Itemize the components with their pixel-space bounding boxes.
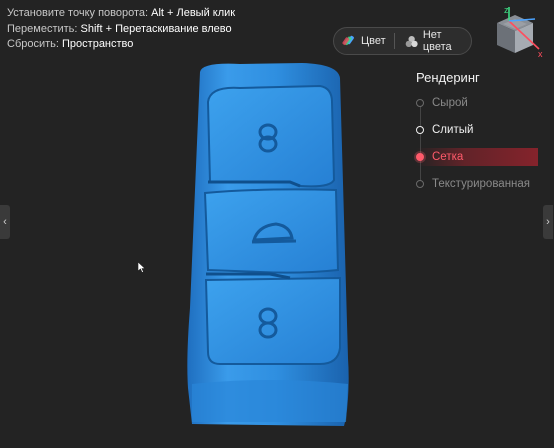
no-color-label: Нет цвета — [422, 29, 452, 53]
rendering-panel: Рендеринг Сырой Слитый Сетка Текстуриров… — [416, 70, 540, 202]
color-button[interactable]: Цвет — [334, 34, 394, 48]
shortcut-hints: Установите точку поворота: Alt + Левый к… — [7, 6, 235, 53]
rendering-title: Рендеринг — [416, 70, 480, 85]
radio-dot — [416, 153, 424, 161]
rendering-options: Сырой Слитый Сетка Текстурированная — [416, 94, 540, 193]
hint-pivot: Установите точку поворота: Alt + Левый к… — [7, 6, 235, 22]
chevron-right-icon: › — [546, 216, 550, 228]
hint-value: Alt + Левый клик — [151, 7, 236, 19]
hint-reset: Сбросить: Пространство — [7, 37, 235, 53]
axis-x-label: x — [538, 49, 543, 59]
no-color-button[interactable]: Нет цвета — [397, 29, 471, 53]
view-cube[interactable]: z x — [489, 5, 545, 59]
no-color-icon — [405, 35, 418, 47]
color-label: Цвет — [361, 35, 386, 47]
render-option-mesh[interactable]: Сетка — [416, 148, 538, 166]
option-label: Сырой — [432, 97, 468, 109]
previous-arrow-button[interactable]: ‹ — [0, 205, 10, 239]
hint-label: Сбросить: — [7, 38, 59, 50]
radio-dot — [416, 126, 424, 134]
hint-value: Пространство — [62, 38, 134, 50]
model-viewport[interactable] — [180, 58, 360, 428]
chevron-left-icon: ‹ — [3, 216, 7, 228]
toggle-divider — [393, 33, 395, 49]
view-cube-icon: z x — [497, 5, 543, 59]
color-toggle: Цвет Нет цвета — [333, 27, 472, 55]
render-option-fused[interactable]: Слитый — [416, 121, 540, 139]
option-label: Слитый — [432, 124, 474, 136]
option-label: Сетка — [432, 151, 464, 163]
hint-label: Установите точку поворота: — [7, 7, 149, 19]
radio-dot — [416, 99, 424, 107]
render-option-raw[interactable]: Сырой — [416, 94, 540, 112]
hint-move: Переместить: Shift + Перетаскивание влев… — [7, 22, 235, 38]
option-connector — [420, 104, 421, 184]
next-arrow-button[interactable]: › — [543, 205, 553, 239]
color-icon — [342, 35, 354, 46]
hint-label: Переместить: — [7, 22, 78, 35]
mouse-cursor-icon — [138, 262, 146, 273]
car-key-fob-model — [187, 63, 349, 426]
axis-z-label: z — [504, 5, 509, 15]
hint-value: Shift + Перетаскивание влево — [80, 22, 232, 35]
radio-dot — [416, 180, 424, 188]
render-option-textured[interactable]: Текстурированная — [416, 175, 540, 193]
option-label: Текстурированная — [432, 178, 531, 190]
